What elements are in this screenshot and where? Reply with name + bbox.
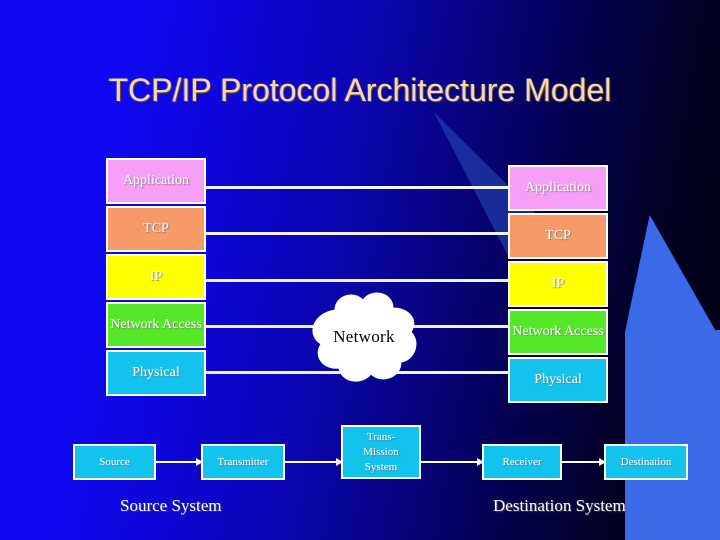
layer-label: Application <box>524 180 592 195</box>
flow-box-label: Destination <box>620 455 672 468</box>
layer-label: Application <box>122 173 190 188</box>
layer-ip-right[interactable]: IP <box>508 261 608 307</box>
decorative-polygon-right <box>625 215 720 540</box>
layer-ip-left[interactable]: IP <box>106 254 206 300</box>
flow-box-label-line3: System <box>364 460 398 473</box>
layer-tcp-right[interactable]: TCP <box>508 213 608 259</box>
flow-arrow-transmitter-to-transmission <box>285 458 343 466</box>
layer-physical-right[interactable]: Physical <box>508 357 608 403</box>
protocol-stack-left: Application TCP IP Network Access Physic… <box>106 158 206 398</box>
layer-label: Physical <box>534 372 582 387</box>
layer-label: Physical <box>132 365 180 380</box>
flow-box-transmission-system[interactable]: Trans- Mission System <box>341 425 421 479</box>
page-title: TCP/IP Protocol Architecture Model <box>108 72 612 108</box>
layer-network-access-right[interactable]: Network Access <box>508 309 608 355</box>
flow-box-label: Transmitter <box>217 455 269 468</box>
flow-box-receiver[interactable]: Receiver <box>482 444 562 480</box>
layer-label: TCP <box>545 228 571 243</box>
flow-box-label: Receiver <box>502 455 542 468</box>
flow-box-transmitter[interactable]: Transmitter <box>201 444 285 480</box>
peer-connector-ip <box>200 279 515 282</box>
network-cloud-label: Network <box>333 327 395 346</box>
caption-destination-system: Destination System <box>493 496 626 515</box>
layer-label: IP <box>551 276 565 291</box>
layer-label: TCP <box>143 221 169 236</box>
layer-tcp-left[interactable]: TCP <box>106 206 206 252</box>
flow-box-source[interactable]: Source <box>73 444 156 480</box>
peer-connector-application <box>200 186 515 189</box>
protocol-stack-right: Application TCP IP Network Access Physic… <box>508 165 608 405</box>
slide-canvas: TCP/IP Protocol Architecture Model Netwo… <box>0 0 720 540</box>
peer-connector-tcp <box>200 232 515 235</box>
flow-box-label: Source <box>99 455 130 468</box>
decorative-polygon-right-edge <box>686 330 720 540</box>
layer-label: IP <box>149 269 163 284</box>
layer-label: Network Access <box>512 324 604 339</box>
network-cloud: Network <box>305 288 423 386</box>
layer-application-right[interactable]: Application <box>508 165 608 211</box>
layer-physical-left[interactable]: Physical <box>106 350 206 396</box>
layer-network-access-left[interactable]: Network Access <box>106 302 206 348</box>
flow-box-destination[interactable]: Destination <box>604 444 688 480</box>
layer-label: Network Access <box>110 317 202 332</box>
flow-box-label-line2: Mission <box>363 445 399 458</box>
layer-application-left[interactable]: Application <box>106 158 206 204</box>
flow-box-label-line1: Trans- <box>366 430 396 443</box>
flow-box-label: Trans- Mission System <box>363 430 398 475</box>
flow-arrow-receiver-to-destination <box>562 458 606 466</box>
flow-arrow-source-to-transmitter <box>156 458 203 466</box>
caption-source-system: Source System <box>120 496 222 515</box>
flow-arrow-transmission-to-receiver <box>421 458 484 466</box>
